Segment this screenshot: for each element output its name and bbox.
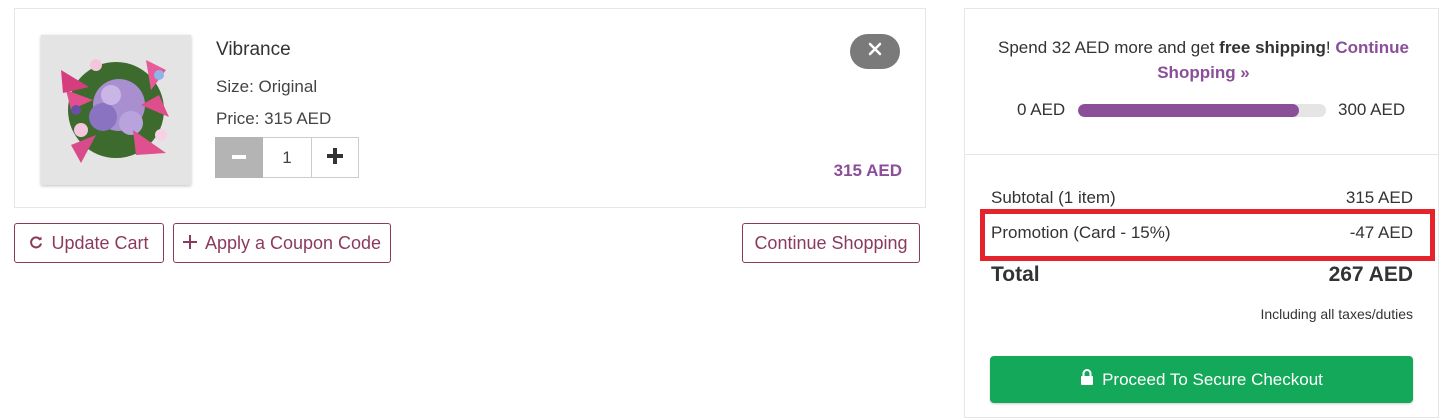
- cart-item-card: Vibrance Size: Original Price: 315 AED 1…: [14, 8, 926, 208]
- divider: [965, 154, 1438, 155]
- continue-shopping-button[interactable]: Continue Shopping: [742, 223, 920, 263]
- shipping-progress-fill: [1078, 104, 1300, 117]
- lock-icon: [1080, 369, 1094, 390]
- product-name[interactable]: Vibrance: [216, 39, 291, 61]
- quantity-value[interactable]: 1: [263, 137, 311, 178]
- free-shipping-message: Spend 32 AED more and get free shipping!…: [991, 35, 1416, 85]
- tax-note: Including all taxes/duties: [1260, 306, 1413, 322]
- product-price: Price: 315 AED: [216, 109, 332, 128]
- progress-min-label: 0 AED: [1017, 100, 1066, 119]
- order-summary-panel: Spend 32 AED more and get free shipping!…: [964, 8, 1439, 418]
- line-total: 315 AED: [833, 161, 902, 180]
- quantity-stepper: 1: [215, 137, 359, 178]
- total-label: Total: [991, 263, 1040, 286]
- proceed-to-checkout-button[interactable]: Proceed To Secure Checkout: [990, 356, 1413, 403]
- progress-max-label: 300 AED: [1338, 100, 1406, 119]
- close-icon: [868, 42, 882, 61]
- shipping-msg-suffix: !: [1325, 38, 1336, 57]
- update-cart-button[interactable]: Update Cart: [14, 223, 164, 263]
- apply-coupon-label: Apply a Coupon Code: [204, 232, 382, 253]
- subtotal-value: 315 AED: [1345, 188, 1413, 207]
- subtotal-label: Subtotal (1 item): [991, 188, 1116, 207]
- apply-coupon-button[interactable]: Apply a Coupon Code: [173, 223, 391, 263]
- checkout-label: Proceed To Secure Checkout: [1102, 369, 1323, 389]
- minus-icon: [231, 145, 247, 171]
- promotion-label: Promotion (Card - 15%): [991, 223, 1171, 242]
- plus-icon: [182, 233, 197, 254]
- total-value: 267 AED: [1328, 263, 1413, 286]
- shipping-msg-prefix: Spend 32 AED more and get: [998, 38, 1220, 57]
- increase-quantity-button[interactable]: [311, 137, 359, 178]
- remove-item-button[interactable]: [850, 34, 900, 69]
- shipping-progress-bar: [1078, 104, 1326, 117]
- product-image[interactable]: [41, 35, 191, 185]
- update-cart-label: Update Cart: [51, 232, 149, 253]
- promotion-value: -47 AED: [1349, 223, 1413, 242]
- continue-shopping-label: Continue Shopping: [754, 232, 908, 253]
- product-size: Size: Original: [216, 77, 318, 96]
- refresh-icon: [29, 233, 43, 254]
- decrease-quantity-button[interactable]: [215, 137, 263, 178]
- plus-icon: [326, 145, 344, 171]
- shipping-msg-bold: free shipping: [1219, 38, 1326, 57]
